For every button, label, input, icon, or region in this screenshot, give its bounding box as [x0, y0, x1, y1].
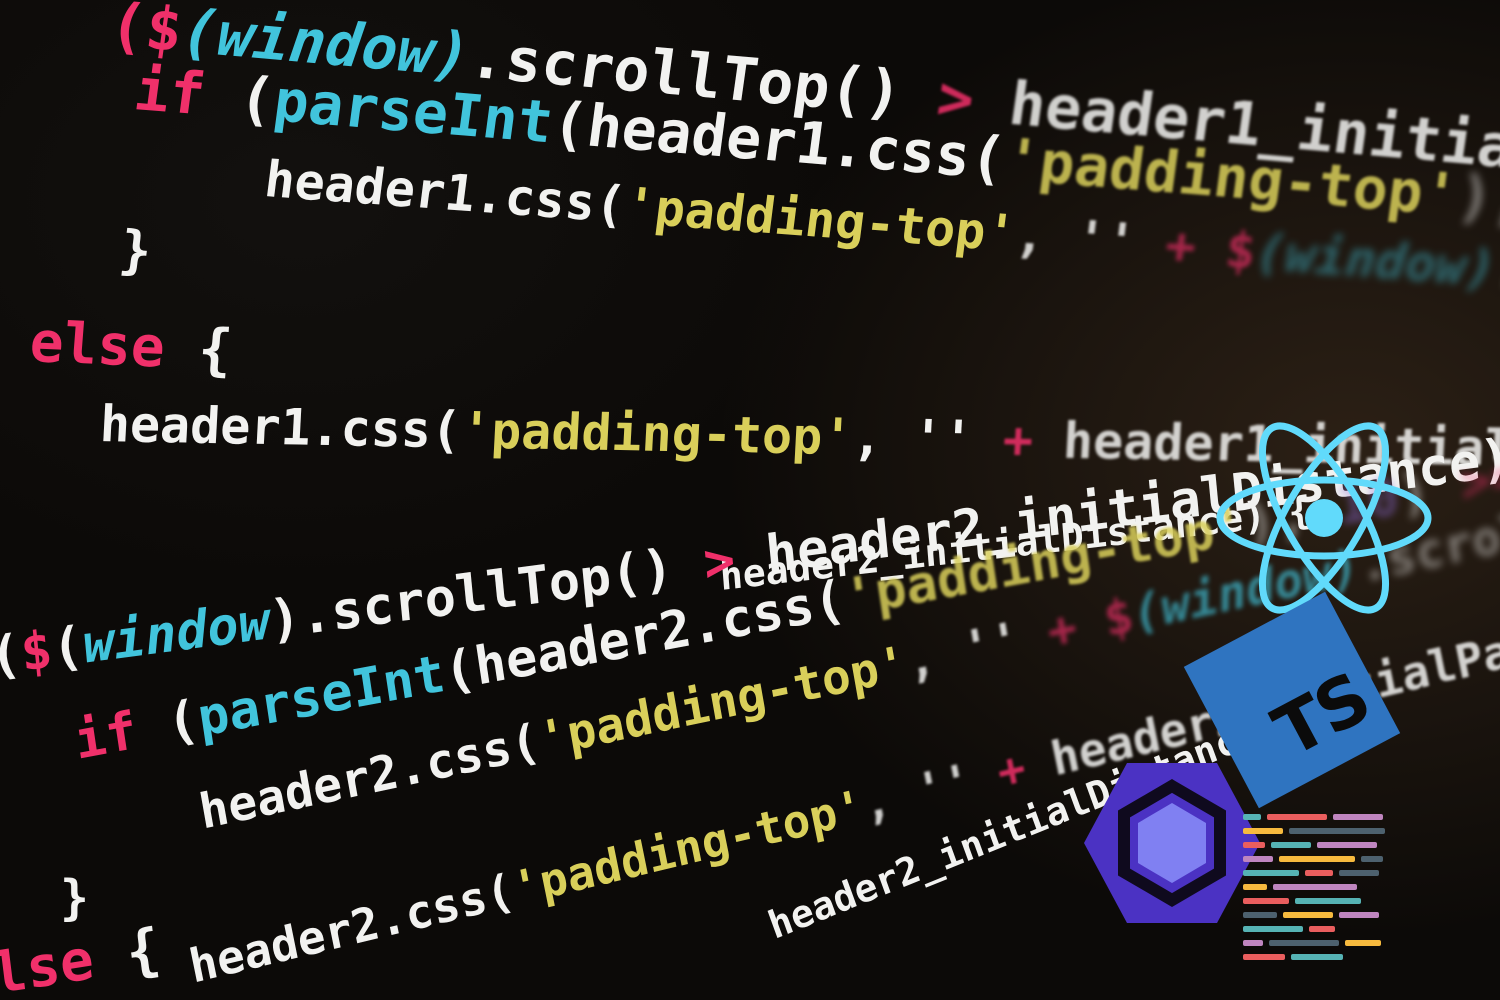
code-token: , '' [1011, 205, 1170, 274]
react-icon [1216, 422, 1432, 614]
eslint-icon [1084, 763, 1260, 923]
code-token: + $ [1162, 216, 1260, 281]
prettier-icon [1243, 812, 1393, 962]
code-token: , '' [850, 408, 1005, 469]
code-token: if [130, 55, 244, 132]
code-token: } [60, 870, 89, 926]
code-token: 'padding-top' [621, 176, 1020, 263]
code-token: (window) [1252, 222, 1500, 299]
code-line: } [60, 870, 89, 926]
photo-stage: ($(window).scrollTop() > header1_initial… [0, 0, 1500, 1000]
code-token: if [70, 695, 172, 772]
code-token: + [1001, 410, 1035, 470]
code-line: else { [28, 310, 235, 383]
code-token: ), [1453, 161, 1500, 235]
code-line: } [116, 220, 155, 282]
code-line: else { [0, 917, 164, 1000]
code-token: header1.css( [98, 395, 463, 460]
code-token: >= [1455, 444, 1500, 515]
code-token: { [162, 315, 235, 384]
code-token: else [27, 310, 168, 381]
code-token: + $ [1043, 587, 1138, 661]
code-token: } [116, 220, 155, 283]
code-token: , '' [901, 605, 1053, 691]
code-token: header2.css( [184, 862, 519, 994]
code-token: { [89, 916, 164, 992]
code-token: header1.css( [261, 150, 629, 235]
code-token: 'padding-top' [459, 401, 854, 467]
code-token: parseInt [193, 643, 449, 749]
code-token: else [0, 927, 98, 1000]
code-token: window [80, 591, 273, 676]
